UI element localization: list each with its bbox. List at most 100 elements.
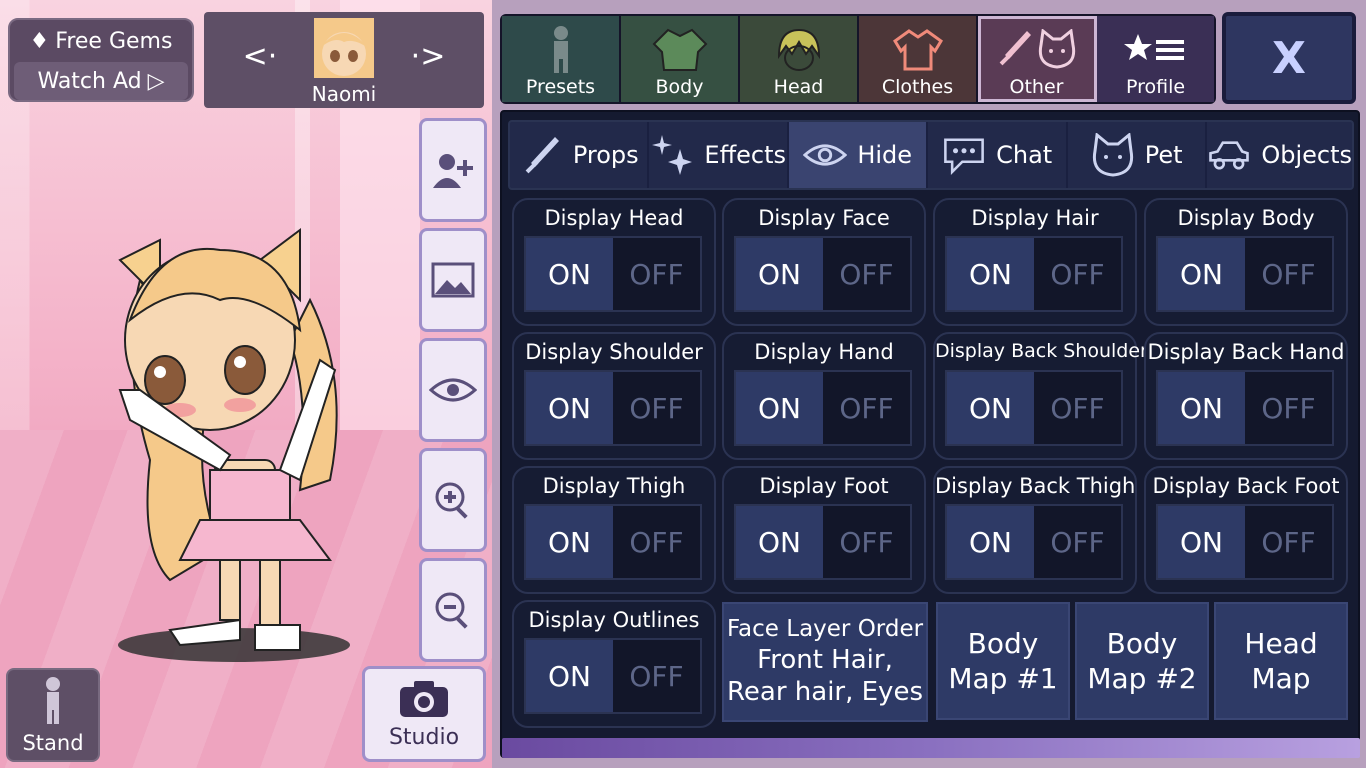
category-body[interactable]: Body xyxy=(621,16,740,102)
toggle-label: Display Outlines xyxy=(528,608,700,632)
next-character-icon[interactable]: ·> xyxy=(408,36,448,76)
free-gems-panel[interactable]: ♦ Free Gems Watch Ad ▷ xyxy=(8,18,194,102)
off-option[interactable]: OFF xyxy=(1245,506,1332,578)
toggle-switch: ON OFF xyxy=(1156,504,1334,580)
toggle-display-hand: Display Hand ON OFF xyxy=(722,332,926,460)
tab-chat[interactable]: Chat xyxy=(928,122,1068,188)
tab-label: Props xyxy=(572,141,639,169)
on-option[interactable]: ON xyxy=(736,506,823,578)
eye-icon xyxy=(803,133,848,177)
sword-icon xyxy=(519,133,563,177)
off-option[interactable]: OFF xyxy=(613,238,700,310)
stand-button[interactable]: Stand xyxy=(6,668,100,762)
add-character-button[interactable] xyxy=(419,118,487,222)
zoom-in-button[interactable] xyxy=(419,448,487,552)
hide-ui-button[interactable] xyxy=(419,338,487,442)
add-person-icon xyxy=(433,154,473,188)
zoom-out-button[interactable] xyxy=(419,558,487,662)
tab-objects[interactable]: Objects xyxy=(1207,122,1352,188)
off-option[interactable]: OFF xyxy=(613,640,700,712)
image-icon xyxy=(431,262,475,298)
on-option[interactable]: ON xyxy=(526,238,613,310)
face-layer-order-button[interactable]: Face Layer Order Front Hair, Rear hair, … xyxy=(722,602,928,722)
toggle-switch: ON OFF xyxy=(945,504,1123,580)
map-label-line1: Body xyxy=(1106,627,1178,660)
off-option[interactable]: OFF xyxy=(1034,506,1121,578)
on-option[interactable]: ON xyxy=(736,372,823,444)
tab-props[interactable]: Props xyxy=(510,122,650,188)
tab-effects[interactable]: Effects xyxy=(649,122,789,188)
category-presets[interactable]: Presets xyxy=(502,16,621,102)
category-profile[interactable]: Profile xyxy=(1097,16,1214,102)
category-clothes[interactable]: Clothes xyxy=(859,16,978,102)
on-option[interactable]: ON xyxy=(947,506,1034,578)
toggle-switch: ON OFF xyxy=(734,504,912,580)
on-option[interactable]: ON xyxy=(1158,506,1245,578)
face-layer-line2: Rear hair, Eyes xyxy=(727,677,923,708)
on-option[interactable]: ON xyxy=(736,238,823,310)
off-option[interactable]: OFF xyxy=(613,506,700,578)
toggle-display-back-foot: Display Back Foot ON OFF xyxy=(1144,466,1348,594)
watch-ad-button[interactable]: Watch Ad ▷ xyxy=(14,62,188,100)
zoom-in-icon xyxy=(435,482,468,519)
tab-label: Effects xyxy=(704,141,786,169)
off-option[interactable]: OFF xyxy=(823,238,910,310)
toggle-switch: ON OFF xyxy=(734,370,912,446)
toggle-switch: ON OFF xyxy=(524,370,702,446)
tab-hide[interactable]: Hide xyxy=(788,122,929,188)
off-option[interactable]: OFF xyxy=(1034,238,1121,310)
toggle-display-outlines: Display Outlines ON OFF xyxy=(512,600,716,728)
toggle-label: Display Face xyxy=(758,206,890,230)
toggle-switch: ON OFF xyxy=(945,236,1123,312)
on-option[interactable]: ON xyxy=(947,372,1034,444)
body-map-1-button[interactable]: Body Map #1 xyxy=(936,602,1070,720)
toggle-display-foot: Display Foot ON OFF xyxy=(722,466,926,594)
play-icon: ▷ xyxy=(147,68,165,94)
watch-ad-label: Watch Ad xyxy=(37,68,142,94)
category-head[interactable]: Head xyxy=(740,16,859,102)
subcategory-tabs: Props Effects Hide Chat Pet Objects xyxy=(508,120,1354,190)
map-label-line2: Map #2 xyxy=(1087,662,1197,695)
on-option[interactable]: ON xyxy=(947,238,1034,310)
chat-bubble-icon xyxy=(942,133,986,177)
studio-button[interactable]: Studio xyxy=(362,666,486,762)
bottom-accent-strip xyxy=(502,738,1360,758)
on-option[interactable]: ON xyxy=(526,506,613,578)
toggle-switch: ON OFF xyxy=(734,236,912,312)
off-option[interactable]: OFF xyxy=(823,506,910,578)
character-avatar[interactable] xyxy=(100,220,400,660)
off-option[interactable]: OFF xyxy=(1245,372,1332,444)
hide-settings-panel: Props Effects Hide Chat Pet Objects Disp… xyxy=(500,110,1360,758)
off-option[interactable]: OFF xyxy=(1245,238,1332,310)
toggle-label: Display Hand xyxy=(754,340,894,364)
toggle-switch: ON OFF xyxy=(524,504,702,580)
toggle-label: Display Head xyxy=(544,206,684,230)
on-option[interactable]: ON xyxy=(526,640,613,712)
cat-face-icon xyxy=(1038,29,1075,69)
sword-icon xyxy=(999,31,1031,66)
off-option[interactable]: OFF xyxy=(613,372,700,444)
map-label-line2: Map xyxy=(1251,662,1311,695)
free-gems-label: Free Gems xyxy=(55,28,173,54)
category-other[interactable]: Other xyxy=(978,16,1097,102)
body-map-2-button[interactable]: Body Map #2 xyxy=(1075,602,1209,720)
toggle-display-back-thigh: Display Back Thigh ON OFF xyxy=(933,466,1137,594)
category-label: Presets xyxy=(525,76,596,98)
background-button[interactable] xyxy=(419,228,487,332)
character-portrait[interactable] xyxy=(314,18,374,78)
category-label: Other xyxy=(1009,76,1064,98)
previous-character-icon[interactable]: <· xyxy=(240,36,280,76)
zoom-out-icon xyxy=(435,592,468,629)
off-option[interactable]: OFF xyxy=(823,372,910,444)
close-button[interactable]: X xyxy=(1222,12,1356,104)
off-option[interactable]: OFF xyxy=(1034,372,1121,444)
on-option[interactable]: ON xyxy=(526,372,613,444)
on-option[interactable]: ON xyxy=(1158,238,1245,310)
head-map-button[interactable]: Head Map xyxy=(1214,602,1348,720)
toggle-switch: ON OFF xyxy=(524,638,702,714)
on-option[interactable]: ON xyxy=(1158,372,1245,444)
tab-pet[interactable]: Pet xyxy=(1068,122,1208,188)
gem-icon: ♦ xyxy=(29,28,50,54)
free-gems-label-row: ♦ Free Gems xyxy=(10,20,192,62)
toggle-label: Display Back Thigh xyxy=(935,474,1136,498)
